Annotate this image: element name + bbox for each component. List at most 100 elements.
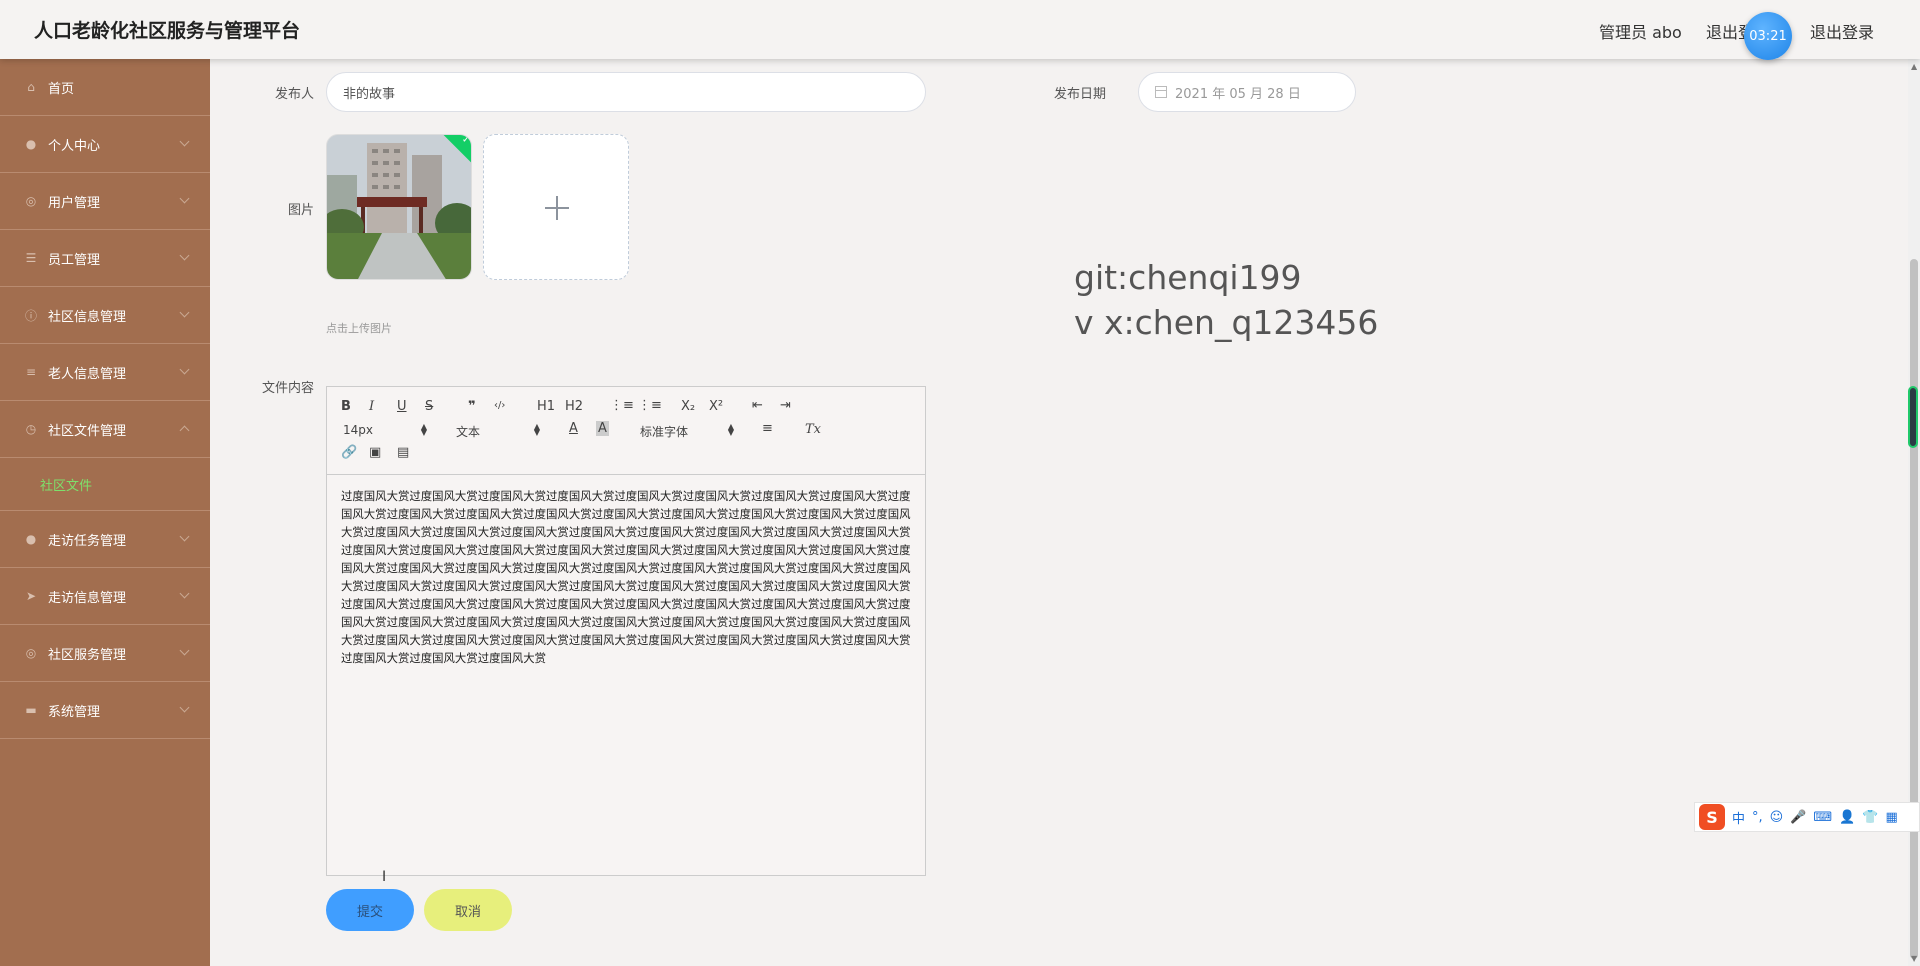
select-arrow-icon: ▲ ▼ bbox=[420, 422, 427, 437]
font-family-value: 标准字体 bbox=[640, 425, 689, 439]
chevron-down-icon bbox=[179, 588, 190, 599]
building-photo bbox=[327, 135, 471, 279]
upload-hint: 点击上传图片 bbox=[326, 322, 392, 335]
bullet-list-button[interactable]: ⋮≡ bbox=[638, 398, 662, 413]
sidebar-item-system[interactable]: ▬ 系统管理 bbox=[0, 682, 210, 739]
indent-button[interactable]: ⇥ bbox=[780, 398, 791, 413]
grid-icon[interactable]: ▦ bbox=[1886, 810, 1898, 825]
sidebar-item-label: 系统管理 bbox=[48, 704, 101, 720]
bold-button[interactable]: B bbox=[341, 399, 351, 414]
list-icon: ≡ bbox=[25, 365, 37, 379]
watermark-text: git:chenqi199 v x:chen_q123456 bbox=[1074, 255, 1378, 345]
submit-button[interactable]: 提交 bbox=[326, 889, 414, 931]
sidebar-item-community-service[interactable]: ◎ 社区服务管理 bbox=[0, 625, 210, 682]
text-cursor-icon: I bbox=[382, 869, 387, 885]
top-header: 人口老龄化社区服务与管理平台 管理员 abo 退出登录 退出登录 bbox=[0, 0, 1920, 59]
quote-button[interactable]: ❞ bbox=[468, 399, 476, 414]
video-icon[interactable]: ▤ bbox=[397, 445, 409, 460]
sidebar-item-elderly-info[interactable]: ≡ 老人信息管理 bbox=[0, 344, 210, 401]
editor-toolbar: B I U S ❞ ‹/› H1 H2 ⋮≡ ⋮≡ X₂ X² ⇤ ⇥ 14px… bbox=[327, 387, 925, 475]
cancel-button[interactable]: 取消 bbox=[424, 889, 512, 931]
font-color-icon[interactable]: A bbox=[569, 421, 578, 436]
user-icon[interactable]: 👤 bbox=[1839, 810, 1855, 825]
clock-icon: ◷ bbox=[25, 422, 37, 436]
ime-toolbar[interactable]: S 中 °, ☺ 🎤 ⌨ 👤 👕 ▦ bbox=[1694, 802, 1920, 832]
align-icon[interactable]: ≡ bbox=[762, 421, 773, 436]
strike-button[interactable]: S bbox=[425, 399, 433, 414]
sidebar-item-label: 个人中心 bbox=[48, 138, 101, 154]
font-size-select[interactable]: 14px ▲ ▼ bbox=[343, 422, 427, 438]
sidebar-item-label: 社区文件管理 bbox=[48, 423, 127, 439]
chevron-up-icon bbox=[179, 425, 190, 436]
ordered-list-button[interactable]: ⋮≡ bbox=[610, 398, 634, 413]
h1-button[interactable]: H1 bbox=[537, 399, 555, 414]
user-icon: ● bbox=[25, 137, 37, 151]
sidebar-item-users[interactable]: ◎ 用户管理 bbox=[0, 173, 210, 230]
publisher-label: 发布人 bbox=[274, 87, 314, 102]
image-icon[interactable]: ▣ bbox=[369, 445, 381, 460]
smile-icon[interactable]: ☺ bbox=[1770, 810, 1784, 825]
sidebar-item-label: 社区信息管理 bbox=[48, 309, 127, 325]
upload-image-button[interactable] bbox=[483, 134, 629, 280]
home-icon: ⌂ bbox=[27, 80, 35, 94]
sidebar-item-visit-tasks[interactable]: ● 走访任务管理 bbox=[0, 511, 210, 568]
link-icon[interactable]: 🔗 bbox=[341, 445, 357, 460]
user-icon: ● bbox=[25, 532, 37, 546]
chevron-down-icon bbox=[179, 645, 190, 656]
font-family-select[interactable]: 标准字体 ▲ ▼ bbox=[640, 423, 734, 440]
ime-punctuation[interactable]: °, bbox=[1752, 810, 1763, 825]
sidebar-item-label: 老人信息管理 bbox=[48, 366, 127, 382]
sidebar-item-label: 走访信息管理 bbox=[48, 590, 127, 606]
font-size-value: 14px bbox=[343, 423, 373, 437]
h2-button[interactable]: H2 bbox=[565, 399, 583, 414]
scrollbar-thumb[interactable] bbox=[1910, 259, 1918, 959]
publisher-input[interactable]: 非的故事 bbox=[326, 72, 926, 112]
select-arrow-icon: ▲ ▼ bbox=[533, 422, 540, 437]
logout-link[interactable]: 退出登录 bbox=[1810, 19, 1874, 43]
side-handle[interactable] bbox=[1908, 386, 1918, 448]
chevron-down-icon bbox=[179, 250, 190, 261]
date-picker[interactable]: 2021 年 05 月 28 日 bbox=[1138, 72, 1356, 112]
chevron-down-icon bbox=[179, 136, 190, 147]
subscript-button[interactable]: X₂ bbox=[681, 399, 695, 414]
scroll-down-icon[interactable]: ▼ bbox=[1911, 954, 1917, 963]
app-title: 人口老龄化社区服务与管理平台 bbox=[34, 20, 301, 42]
select-arrow-icon: ▲ ▼ bbox=[727, 422, 734, 437]
sidebar: ⌂ 首页 ● 个人中心 ◎ 用户管理 ☰ 员工管理 ⓘ 社区信息管理 ≡ 老人信… bbox=[0, 59, 210, 966]
sidebar-item-visit-info[interactable]: ➤ 走访信息管理 bbox=[0, 568, 210, 625]
underline-button[interactable]: U bbox=[397, 399, 407, 414]
microphone-icon[interactable]: 🎤 bbox=[1790, 810, 1806, 825]
shirt-icon[interactable]: 👕 bbox=[1862, 810, 1878, 825]
sidebar-item-community-files[interactable]: ◷ 社区文件管理 bbox=[0, 401, 210, 458]
calendar-icon bbox=[1155, 86, 1167, 98]
uploaded-image[interactable]: ✓ bbox=[326, 134, 472, 280]
sidebar-item-community-info[interactable]: ⓘ 社区信息管理 bbox=[0, 287, 210, 344]
keyboard-icon[interactable]: ⌨ bbox=[1813, 810, 1832, 825]
sidebar-item-label: 走访任务管理 bbox=[48, 533, 127, 549]
ime-chinese-mode[interactable]: 中 bbox=[1732, 808, 1745, 827]
sidebar-item-home[interactable]: ⌂ 首页 bbox=[0, 59, 210, 116]
scroll-up-icon[interactable]: ▲ bbox=[1911, 62, 1917, 71]
image-label: 图片 bbox=[287, 203, 314, 218]
background-color-icon[interactable]: A bbox=[596, 421, 609, 436]
code-button[interactable]: ‹/› bbox=[494, 400, 505, 411]
sliders-icon: ☰ bbox=[25, 251, 37, 265]
superscript-button[interactable]: X² bbox=[709, 399, 723, 414]
date-label: 发布日期 bbox=[1053, 87, 1106, 102]
editor-content[interactable]: 过度国风大赏过度国风大赏过度国风大赏过度国风大赏过度国风大赏过度国风大赏过度国风… bbox=[327, 475, 925, 679]
clean-format-button[interactable]: Tx bbox=[805, 422, 821, 437]
watermark-line-2: v x:chen_q123456 bbox=[1074, 303, 1379, 342]
italic-button[interactable]: I bbox=[369, 399, 374, 414]
sidebar-item-label: 社区服务管理 bbox=[48, 647, 127, 663]
content-label: 文件内容 bbox=[261, 381, 314, 396]
info-icon: ⓘ bbox=[24, 308, 37, 323]
chevron-down-icon bbox=[179, 193, 190, 204]
sidebar-item-personal[interactable]: ● 个人中心 bbox=[0, 116, 210, 173]
sidebar-subitem-files[interactable]: 社区文件 bbox=[0, 458, 210, 511]
sidebar-item-staff[interactable]: ☰ 员工管理 bbox=[0, 230, 210, 287]
header-select[interactable]: 文本 ▲ ▼ bbox=[456, 423, 540, 440]
sidebar-item-label: 用户管理 bbox=[48, 195, 101, 211]
header-select-value: 文本 bbox=[456, 425, 481, 439]
main-content: 发布人 非的故事 发布日期 2021 年 05 月 28 日 图片 ✓ 点击上传… bbox=[210, 59, 1910, 966]
outdent-button[interactable]: ⇤ bbox=[752, 398, 763, 413]
